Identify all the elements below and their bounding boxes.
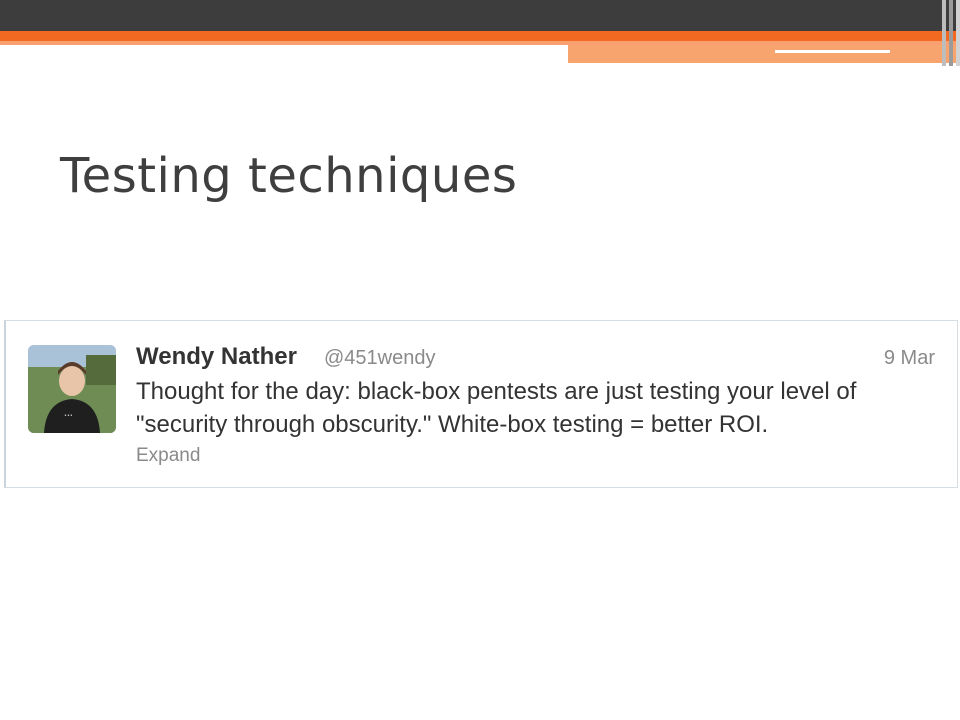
tweet-author-handle[interactable]: @451wendy [324,347,435,370]
stripe [949,0,953,66]
tweet-card[interactable]: ••• Wendy Nather @451wendy 9 Mar Thought… [4,320,958,488]
header-right-stripes [930,0,960,66]
stripe [956,0,960,66]
tweet-author-name[interactable]: Wendy Nather [136,343,297,371]
svg-text:•••: ••• [64,413,73,419]
tweet-date[interactable]: 9 Mar [884,347,935,370]
header-orange-tab [568,45,960,63]
header-orange-bar [0,31,960,41]
slide-title: Testing techniques [60,148,518,204]
expand-link[interactable]: Expand [136,445,200,467]
avatar-icon: ••• [28,345,116,433]
tweet-text: Thought for the day: black-box pentests … [136,375,936,441]
tweet-text-line: Thought for the day: black-box pentests … [136,378,857,405]
header-dark-bar [0,0,960,31]
tweet-text-line: "security through obscurity." White-box … [136,411,769,438]
header-orange-tab-line [775,50,890,53]
stripe [942,0,946,66]
avatar[interactable]: ••• [28,345,116,433]
